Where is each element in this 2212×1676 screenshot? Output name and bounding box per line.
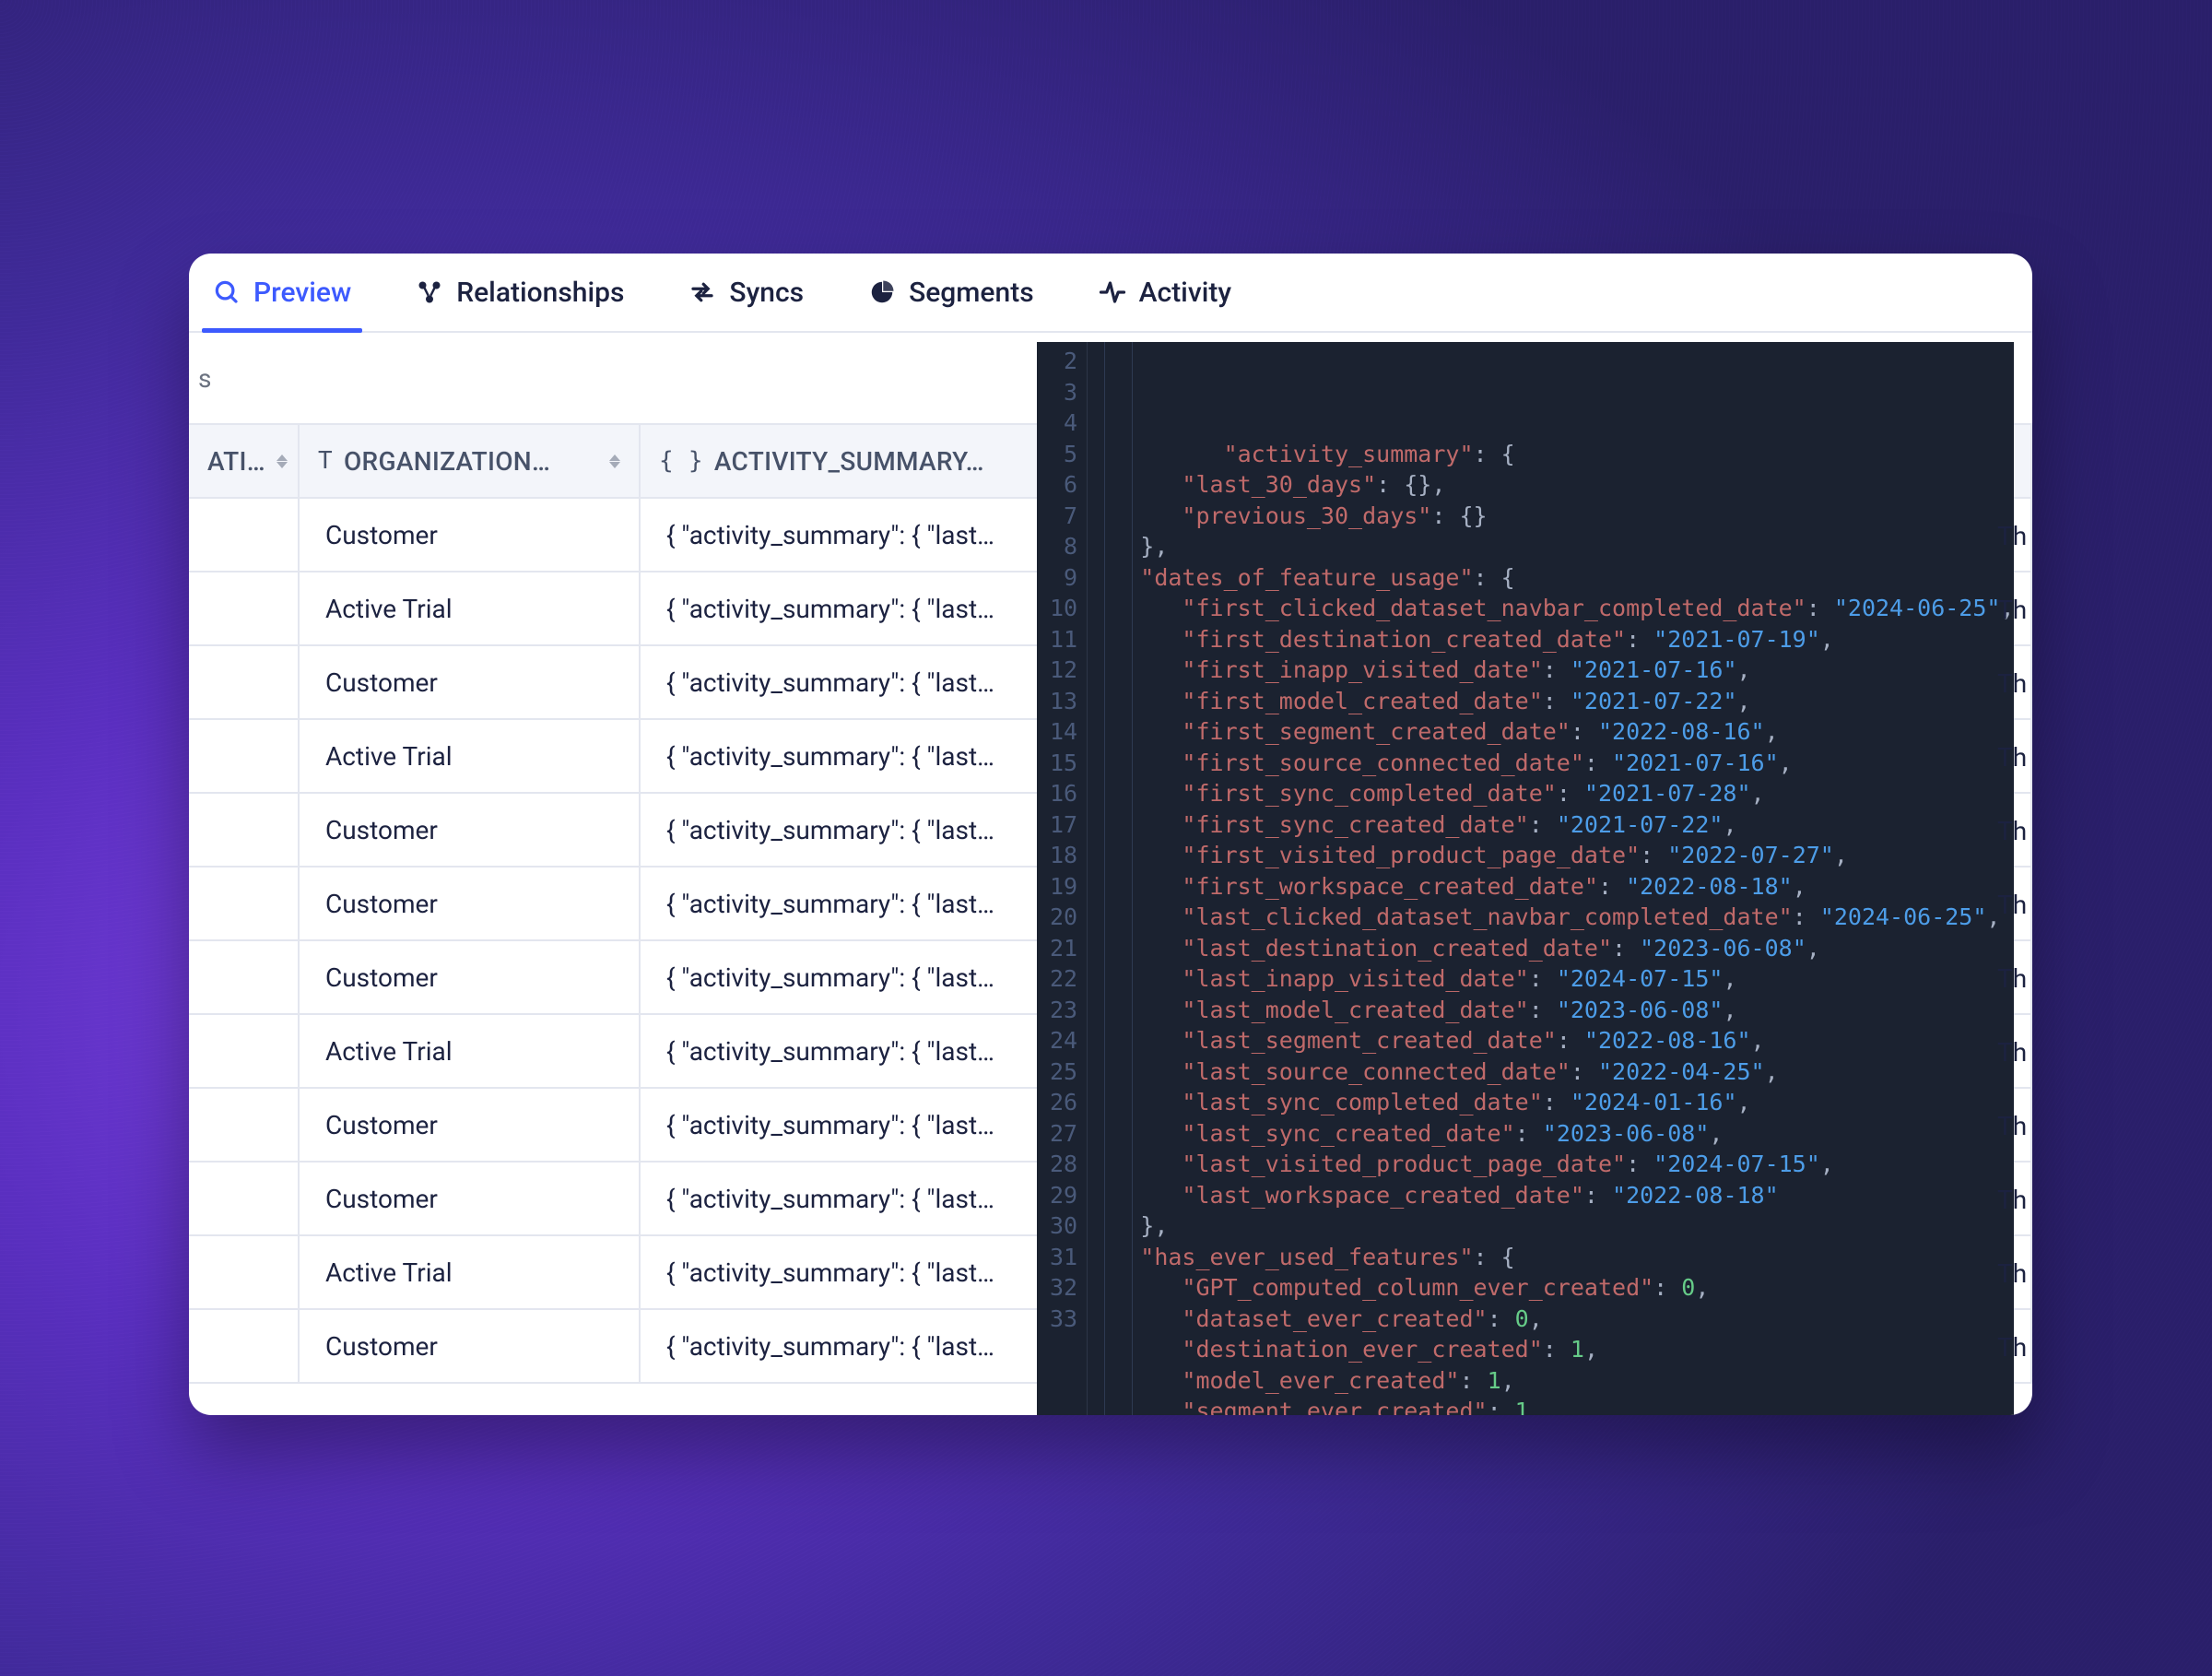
cell-organization: Customer [300, 1310, 641, 1382]
cell-organization: Customer [300, 646, 641, 718]
segments-icon [868, 278, 896, 306]
tab-label: Relationships [456, 277, 624, 309]
clipped-text: Th [1997, 1089, 2032, 1163]
cell-a [189, 1015, 300, 1087]
cell-a [189, 1089, 300, 1161]
cell-a [189, 941, 300, 1013]
app-card: Preview Relationships Syncs Segments Act… [189, 254, 2032, 1415]
activity-icon [1099, 278, 1126, 306]
tab-label: Activity [1139, 277, 1231, 309]
tab-segments[interactable]: Segments [863, 254, 1040, 331]
tab-relationships[interactable]: Relationships [410, 254, 629, 331]
cell-organization: Customer [300, 1089, 641, 1161]
clipped-text: Th [1997, 1015, 2032, 1089]
code-content: "activity_summary": { "last_30_days": {}… [1088, 342, 2014, 1415]
syncs-icon [688, 278, 716, 306]
cell-organization: Active Trial [300, 1015, 641, 1087]
tab-syncs[interactable]: Syncs [683, 254, 809, 331]
clipped-text: Th [1997, 646, 2032, 720]
clipped-text: Th [1997, 794, 2032, 868]
cell-organization: Customer [300, 499, 641, 571]
clipped-text: Th [1997, 572, 2032, 646]
clipped-text: Th [1997, 1236, 2032, 1310]
cell-a [189, 572, 300, 644]
cell-a [189, 1163, 300, 1234]
cell-organization: Active Trial [300, 1236, 641, 1308]
cell-a [189, 794, 300, 866]
cell-organization: Active Trial [300, 572, 641, 644]
cell-organization: Customer [300, 794, 641, 866]
clipped-text: Th [1997, 720, 2032, 794]
data-grid: s ATI… T ORGANIZATION… { } ACTIVITY_SUMM… [189, 333, 2032, 1415]
cell-a [189, 868, 300, 939]
clipped-text: Th [1997, 868, 2032, 941]
column-label: ATI… [207, 446, 265, 477]
column-label: ORGANIZATION… [344, 446, 550, 477]
clipped-text: Th [1997, 941, 2032, 1015]
cell-a [189, 499, 300, 571]
cell-organization: Active Trial [300, 720, 641, 792]
clipped-text: Th [1997, 1163, 2032, 1236]
filter-hint: s [198, 363, 211, 394]
cell-a [189, 720, 300, 792]
json-type-icon: { } [659, 447, 703, 475]
tab-bar: Preview Relationships Syncs Segments Act… [189, 254, 2032, 333]
tab-label: Preview [253, 277, 351, 309]
column-label: ACTIVITY_SUMMARY… [714, 446, 984, 477]
line-gutter: 2345678910111213141516171819202122232425… [1037, 342, 1088, 1415]
cell-a [189, 646, 300, 718]
cell-organization: Customer [300, 868, 641, 939]
cell-organization: Customer [300, 941, 641, 1013]
text-type-icon: T [318, 447, 333, 475]
clipped-text: Th [1997, 499, 2032, 572]
relationships-icon [416, 278, 443, 306]
cell-a [189, 1310, 300, 1382]
tab-label: Syncs [729, 277, 804, 309]
cell-a [189, 1236, 300, 1308]
tab-activity[interactable]: Activity [1093, 254, 1237, 331]
sort-icon [609, 454, 620, 468]
column-header-a[interactable]: ATI… [189, 425, 300, 497]
cell-organization: Customer [300, 1163, 641, 1234]
json-preview-panel[interactable]: 2345678910111213141516171819202122232425… [1037, 342, 2014, 1415]
sort-icon [276, 454, 288, 468]
column-header-organization[interactable]: T ORGANIZATION… [300, 425, 641, 497]
tab-label: Segments [909, 277, 1034, 309]
search-icon [213, 278, 241, 306]
clipped-column-hint: ThThThThThThThThThThThTh [1997, 499, 2032, 1384]
clipped-text: Th [1997, 1310, 2032, 1384]
tab-preview[interactable]: Preview [207, 254, 357, 331]
